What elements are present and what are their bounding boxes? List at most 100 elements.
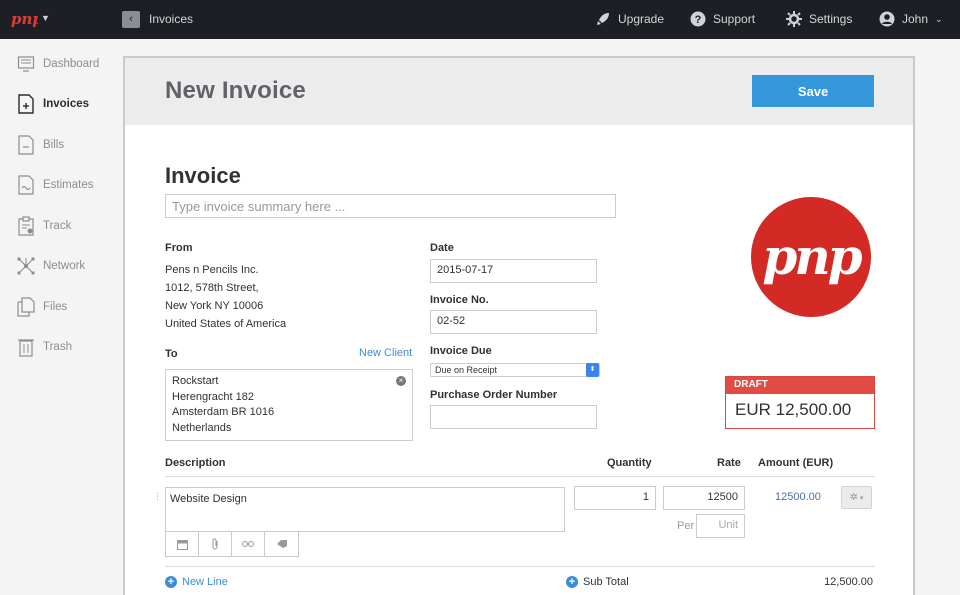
status-badge: DRAFT <box>726 377 874 394</box>
invoice-summary-input[interactable] <box>165 194 616 218</box>
link-icon[interactable] <box>232 532 265 556</box>
quantity-field[interactable]: 1 <box>574 486 656 510</box>
user-name: John <box>902 12 928 26</box>
save-button[interactable]: Save <box>752 75 874 107</box>
svg-text:?: ? <box>695 14 702 26</box>
panel-header: New Invoice Save <box>125 58 913 125</box>
paperclip-icon[interactable] <box>199 532 232 556</box>
settings-link[interactable]: Settings <box>786 11 852 27</box>
subtotal-value: 12,500.00 <box>815 576 873 588</box>
svg-text:pnp: pnp <box>762 227 862 286</box>
divider <box>165 566 875 567</box>
new-client-link[interactable]: New Client <box>359 347 412 359</box>
sidebar-item-invoices[interactable]: Invoices <box>16 92 89 116</box>
client-address-field[interactable]: Rockstart Herengracht 182 Amsterdam BR 1… <box>165 369 413 441</box>
calendar-icon[interactable] <box>166 532 199 556</box>
divider <box>165 476 875 477</box>
page-title: New Invoice <box>165 77 306 105</box>
rocket-icon <box>595 11 611 27</box>
caret-down-icon: ▾ <box>858 495 863 502</box>
invoice-total-display: EUR 12,500.00 <box>726 394 874 426</box>
rate-field[interactable]: 12500 <box>663 486 745 510</box>
sidebar-item-label: Trash <box>43 341 72 353</box>
invoice-due-value: Due on Receipt <box>435 365 497 375</box>
line-amount: 12500.00 <box>775 491 821 503</box>
per-label: Per <box>677 520 694 532</box>
add-subtotal-button[interactable]: + Sub Total <box>566 576 629 588</box>
column-header-description: Description <box>165 457 226 469</box>
add-line-button[interactable]: + New Line <box>165 576 228 588</box>
from-line: 1012, 578th Street, <box>165 279 286 297</box>
sidebar-item-label: Dashboard <box>43 58 99 70</box>
line-tools <box>165 532 299 557</box>
bill-icon <box>16 135 36 155</box>
invoice-number-label: Invoice No. <box>430 294 489 306</box>
to-label: To <box>165 348 178 360</box>
svg-text:pnp: pnp <box>11 10 38 28</box>
sidebar: Dashboard Invoices Bills Estimates Track… <box>0 39 119 595</box>
from-label: From <box>165 242 193 254</box>
back-button[interactable]: ‹ <box>122 11 140 28</box>
sidebar-item-label: Estimates <box>43 179 94 191</box>
settings-label: Settings <box>809 12 852 26</box>
add-line-label: New Line <box>182 576 228 588</box>
line-options-button[interactable]: ✲ ▾ <box>841 486 872 509</box>
to-line: Rockstart <box>172 374 406 390</box>
line-description-field[interactable]: Website Design <box>165 487 565 532</box>
to-line: Herengracht 182 <box>172 390 406 406</box>
sidebar-item-track[interactable]: Track <box>16 214 71 238</box>
company-logo[interactable]: pnp <box>750 196 872 318</box>
monitor-icon <box>16 54 36 74</box>
invoice-number-field[interactable]: 02-52 <box>430 310 597 334</box>
date-label: Date <box>430 242 454 254</box>
invoice-status-box: DRAFT EUR 12,500.00 <box>725 376 875 429</box>
top-bar: pnp ▼ ‹ Invoices Upgrade ? Support Setti… <box>0 0 960 39</box>
gear-icon <box>786 11 802 27</box>
files-icon <box>16 297 36 317</box>
column-header-rate: Rate <box>717 457 741 469</box>
date-field[interactable]: 2015-07-17 <box>430 259 597 283</box>
invoice-due-select[interactable]: Due on Receipt ⬍ <box>430 363 600 377</box>
breadcrumb[interactable]: Invoices <box>149 12 193 26</box>
question-icon: ? <box>690 11 706 27</box>
support-link[interactable]: ? Support <box>690 11 755 27</box>
chevron-down-icon[interactable]: ▼ <box>41 13 50 23</box>
invoice-add-icon <box>16 94 36 114</box>
pnp-logo-icon[interactable]: pnp <box>10 9 38 29</box>
select-arrows-icon: ⬍ <box>586 363 599 377</box>
to-line: Netherlands <box>172 421 406 437</box>
sidebar-item-dashboard[interactable]: Dashboard <box>16 52 99 76</box>
tag-icon[interactable] <box>265 532 298 556</box>
unit-field[interactable]: Unit <box>696 514 745 538</box>
sidebar-item-label: Files <box>43 301 67 313</box>
network-icon <box>16 256 36 276</box>
subtotal-label: Sub Total <box>583 576 629 588</box>
po-number-field[interactable] <box>430 405 597 429</box>
from-line: New York NY 10006 <box>165 297 286 315</box>
sidebar-item-files[interactable]: Files <box>16 295 67 319</box>
to-line: Amsterdam BR 1016 <box>172 405 406 421</box>
clipboard-icon <box>16 216 36 236</box>
sidebar-item-estimates[interactable]: Estimates <box>16 173 94 197</box>
sidebar-item-network[interactable]: Network <box>16 254 85 278</box>
from-line: United States of America <box>165 315 286 333</box>
po-number-label: Purchase Order Number <box>430 389 557 401</box>
chevron-down-icon: ⌄ <box>935 14 943 25</box>
gear-icon: ✲ <box>850 492 858 503</box>
user-avatar-icon <box>879 11 895 27</box>
invoice-due-label: Invoice Due <box>430 345 492 357</box>
plus-circle-icon: + <box>165 576 177 588</box>
trash-icon <box>16 337 36 357</box>
clear-client-icon[interactable]: × <box>396 376 406 386</box>
estimate-icon <box>16 175 36 195</box>
from-address: Pens n Pencils Inc. 1012, 578th Street, … <box>165 261 286 333</box>
sidebar-item-label: Network <box>43 260 85 272</box>
invoice-editor-panel: New Invoice Save Invoice From Pens n Pen… <box>123 56 915 595</box>
upgrade-link[interactable]: Upgrade <box>595 11 664 27</box>
sidebar-item-trash[interactable]: Trash <box>16 335 72 359</box>
upgrade-label: Upgrade <box>618 12 664 26</box>
user-menu[interactable]: John ⌄ <box>879 11 943 27</box>
column-header-amount: Amount (EUR) <box>758 457 833 469</box>
sidebar-item-bills[interactable]: Bills <box>16 133 64 157</box>
sidebar-item-label: Bills <box>43 139 64 151</box>
